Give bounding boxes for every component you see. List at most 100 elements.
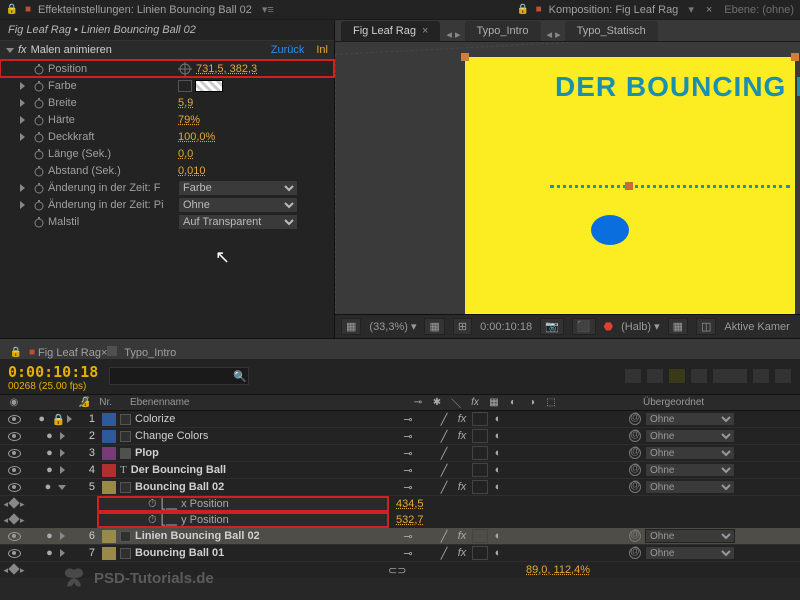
next-kf-icon[interactable]: ▸ (20, 515, 25, 526)
aender-f-select[interactable]: Farbe (178, 180, 298, 196)
stopwatch-icon[interactable] (33, 97, 45, 109)
switch-col-icon[interactable]: ▦ (486, 395, 502, 409)
quality-switch[interactable]: ╱ (436, 446, 452, 460)
motion-blur-switch[interactable]: ◐ (490, 480, 506, 494)
stopwatch-icon[interactable] (33, 199, 45, 211)
position-value[interactable]: 731,5, 382,3 (196, 63, 257, 75)
property-value[interactable]: 434,5 (388, 498, 424, 510)
layer-name[interactable]: Linien Bouncing Ball 02 (135, 530, 260, 542)
frame-blend-switch[interactable] (472, 529, 488, 543)
switch-col-icon[interactable]: ◑ (524, 395, 540, 409)
parent-select[interactable]: Ohne (645, 429, 735, 443)
frame-blend-switch[interactable] (472, 446, 488, 460)
timecode-display[interactable]: 0:00:10:18 00268 (25.00 fps) (0, 359, 105, 394)
pickwhip-icon[interactable] (629, 481, 641, 493)
keyframe-diamond-icon[interactable] (8, 497, 19, 508)
property-row[interactable]: ◂▸⏱⎣⎽ x Position434,5 (0, 496, 800, 512)
layer-row[interactable]: ●5Bouncing Ball 02⊸╱fx◐Ohne (0, 479, 800, 496)
composition-panel-tab[interactable]: 🔒 ■ Komposition: Fig Leaf Rag ▾ × (511, 0, 719, 19)
stopwatch-icon[interactable] (33, 182, 45, 194)
prev-kf-icon[interactable]: ◂ (3, 515, 8, 526)
visibility-toggle[interactable] (8, 415, 21, 424)
solo-toggle[interactable]: ● (42, 463, 58, 477)
stopwatch-icon[interactable] (33, 216, 45, 228)
stopwatch-icon[interactable] (33, 148, 45, 160)
tool-icon[interactable] (624, 368, 642, 384)
fx-badge-icon[interactable]: fx (18, 44, 27, 56)
tab-fig-leaf-rag[interactable]: Fig Leaf Rag× (341, 21, 440, 41)
parent-select[interactable]: Ohne (645, 412, 735, 426)
twirl-right-icon[interactable] (20, 82, 30, 90)
3d-view-icon[interactable]: ◫ (696, 318, 716, 335)
ruler-icon[interactable]: ⊞ (453, 318, 472, 335)
parent-select[interactable]: Ohne (645, 446, 735, 460)
channels-icon[interactable]: ⬛ (572, 318, 596, 335)
twirl-right-icon[interactable] (20, 99, 30, 107)
property-value[interactable]: 532,7 (388, 514, 424, 526)
prop-deckkraft[interactable]: Deckkraft 100,0% (0, 128, 334, 145)
frame-blend-switch[interactable] (472, 480, 488, 494)
layer-row[interactable]: ●3Plop⊸╱◐Ohne (0, 445, 800, 462)
stopwatch-icon[interactable]: ⏱ (148, 498, 157, 511)
quality-switch[interactable]: ╱ (436, 429, 452, 443)
property-value[interactable]: 89,0, 112,4% (518, 564, 590, 576)
pickwhip-icon[interactable] (629, 464, 641, 476)
twirl-icon[interactable] (60, 449, 65, 457)
layer-name[interactable]: Plop (135, 447, 159, 459)
view-options-icon[interactable]: ▦ (668, 318, 688, 335)
property-row[interactable]: ◂▸⏱⎣⎽ y Position532,7 (0, 512, 800, 528)
visibility-toggle[interactable] (8, 483, 21, 492)
switch-col-icon[interactable]: ＼ (448, 395, 464, 409)
pickwhip-icon[interactable] (629, 430, 641, 442)
label-color[interactable] (102, 447, 116, 460)
twirl-right-icon[interactable] (20, 116, 30, 124)
tab-typo-intro[interactable]: Typo_Intro (465, 21, 541, 41)
label-color[interactable] (102, 530, 116, 543)
solo-toggle[interactable]: ● (42, 446, 58, 460)
time-display[interactable]: 0:00:10:18 (480, 321, 532, 333)
visibility-toggle[interactable] (8, 432, 21, 441)
prop-laenge[interactable]: Länge (Sek.) 0,0 (0, 145, 334, 162)
twirl-icon[interactable] (67, 415, 72, 423)
twirl-right-icon[interactable] (20, 201, 30, 209)
shy-switch[interactable]: ⊸ (400, 480, 416, 494)
fx-switch[interactable]: fx (454, 546, 470, 560)
composition-viewer[interactable]: DER BOUNCING BALL (335, 42, 800, 314)
effect-header[interactable]: fx Malen animieren Zurück Inl (0, 41, 334, 60)
label-color[interactable] (102, 481, 116, 494)
visibility-toggle[interactable] (8, 549, 21, 558)
quality-switch[interactable]: ╱ (436, 546, 452, 560)
frame-blend-switch[interactable] (472, 463, 488, 477)
parent-select[interactable]: Ohne (645, 480, 735, 494)
tl-tab-typo-intro[interactable]: Typo_Intro (107, 346, 176, 359)
malstil-select[interactable]: Auf Transparent (178, 214, 298, 230)
prop-aender-p[interactable]: Änderung in der Zeit: Pi Ohne (0, 196, 334, 213)
layer-name[interactable]: Bouncing Ball 01 (135, 547, 224, 559)
close-icon[interactable]: × (706, 4, 712, 16)
motion-blur-switch[interactable]: ◐ (490, 546, 506, 560)
motion-blur-switch[interactable]: ◐ (490, 529, 506, 543)
quality-switch[interactable]: ╱ (436, 463, 452, 477)
graph-editor-button[interactable] (712, 368, 748, 384)
label-color[interactable] (102, 413, 116, 426)
prop-position[interactable]: Position 731,5, 382,3 (0, 60, 334, 77)
switch-col-icon[interactable]: ✱ (429, 395, 445, 409)
close-icon[interactable]: × (422, 25, 428, 37)
transform-handle[interactable] (461, 53, 469, 61)
layer-row[interactable]: ●2Change Colors⊸╱fx◐Ohne (0, 428, 800, 445)
shy-switch[interactable]: ⊸ (400, 446, 416, 460)
pickwhip-icon[interactable] (629, 447, 641, 459)
tab-typo-statisch[interactable]: Typo_Statisch (565, 21, 658, 41)
fx-switch[interactable]: fx (454, 412, 470, 426)
fx-switch[interactable]: fx (454, 480, 470, 494)
solo-toggle[interactable]: ● (42, 529, 58, 543)
solo-toggle[interactable]: ● (40, 480, 56, 494)
frame-blend-switch[interactable] (472, 429, 488, 443)
tool-icon[interactable] (646, 368, 664, 384)
layer-panel-tab[interactable]: Ebene: (ohne) (718, 0, 800, 19)
layer-name[interactable]: Der Bouncing Ball (131, 464, 226, 476)
prop-farbe[interactable]: Farbe (0, 77, 334, 94)
twirl-right-icon[interactable] (20, 184, 30, 192)
parent-select[interactable]: Ohne (645, 463, 735, 477)
label-color[interactable] (102, 464, 116, 477)
